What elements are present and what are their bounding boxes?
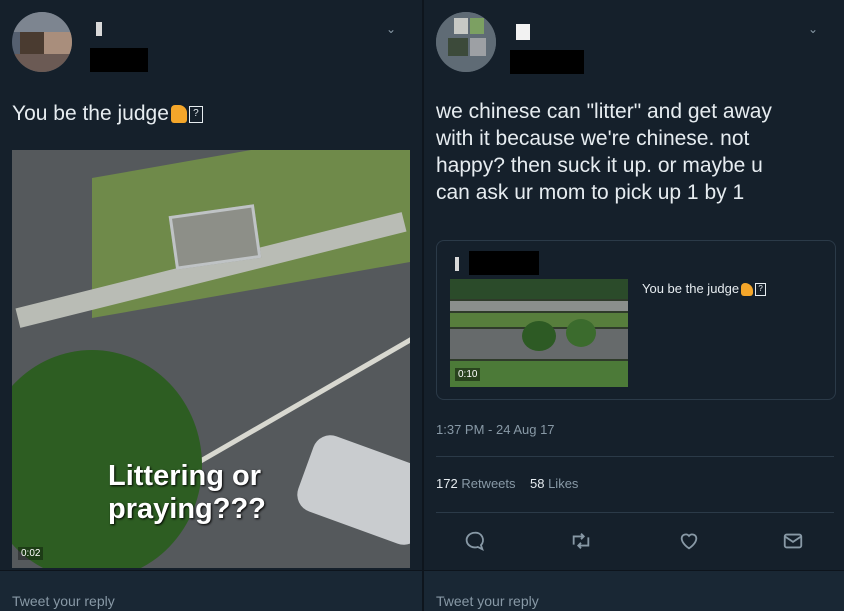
chevron-down-icon[interactable]: ⌄: [386, 22, 396, 36]
quoted-text-body: You be the judge: [642, 281, 740, 296]
unknown-glyph: ?: [188, 105, 203, 123]
tweet-line: can ask ur mom to pick up 1 by 1: [436, 181, 745, 204]
tweet-text: You be the judge?: [12, 100, 203, 127]
likes-label[interactable]: Likes: [548, 476, 578, 491]
quoted-video-thumbnail[interactable]: 0:10: [450, 279, 628, 387]
reply-input[interactable]: Tweet your reply: [12, 593, 115, 609]
likes-count[interactable]: 58: [530, 476, 544, 491]
envelope-icon[interactable]: [782, 530, 804, 552]
retweet-icon[interactable]: [570, 530, 592, 552]
separator: [436, 512, 834, 513]
tweet-text: we chinese can "litter" and get away wit…: [436, 98, 836, 206]
chevron-down-icon[interactable]: ⌄: [808, 22, 818, 36]
quoted-tweet-text: You be the judge?: [642, 281, 767, 297]
separator: [436, 456, 834, 457]
username-redaction: [510, 50, 584, 74]
video-player[interactable]: Littering or praying??? 0:02: [12, 150, 410, 568]
tweet-line: with it because we're chinese. not: [436, 127, 750, 150]
heart-icon[interactable]: [678, 530, 700, 552]
tweet-left: ⌄ You be the judge? Littering or praying…: [0, 0, 422, 611]
video-duration: 0:02: [18, 547, 44, 560]
thumbs-up-icon: [741, 283, 754, 297]
reply-input[interactable]: Tweet your reply: [436, 593, 539, 609]
avatar[interactable]: [12, 12, 72, 72]
retweets-count[interactable]: 172: [436, 476, 458, 491]
caption-line-1: Littering or: [108, 460, 262, 492]
tweet-text-body: You be the judge: [12, 102, 169, 125]
reply-bar[interactable]: Tweet your reply: [424, 570, 844, 611]
video-caption: Littering or praying???: [108, 460, 266, 526]
display-name[interactable]: [516, 24, 530, 40]
quoted-display-name: [455, 257, 459, 271]
caption-line-2: praying???: [108, 493, 266, 525]
quoted-video-duration: 0:10: [455, 368, 481, 381]
avatar[interactable]: [436, 12, 496, 72]
thumbs-up-icon: [170, 105, 187, 124]
tweet-right: ⌄ we chinese can "litter" and get away w…: [424, 0, 844, 611]
tweet-line: we chinese can "litter" and get away: [436, 100, 772, 123]
timestamp[interactable]: 1:37 PM - 24 Aug 17: [436, 422, 555, 437]
display-name[interactable]: [96, 22, 102, 36]
reply-icon[interactable]: [464, 530, 486, 552]
engagement-counts: 172 Retweets 58 Likes: [436, 476, 578, 491]
quoted-username-redaction: [469, 251, 539, 275]
unknown-glyph: ?: [755, 283, 767, 297]
quoted-tweet[interactable]: 0:10 You be the judge?: [436, 240, 836, 400]
tweet-line: happy? then suck it up. or maybe u: [436, 154, 763, 177]
reply-bar[interactable]: Tweet your reply: [0, 570, 422, 611]
retweets-label[interactable]: Retweets: [461, 476, 515, 491]
username-redaction: [90, 48, 148, 72]
